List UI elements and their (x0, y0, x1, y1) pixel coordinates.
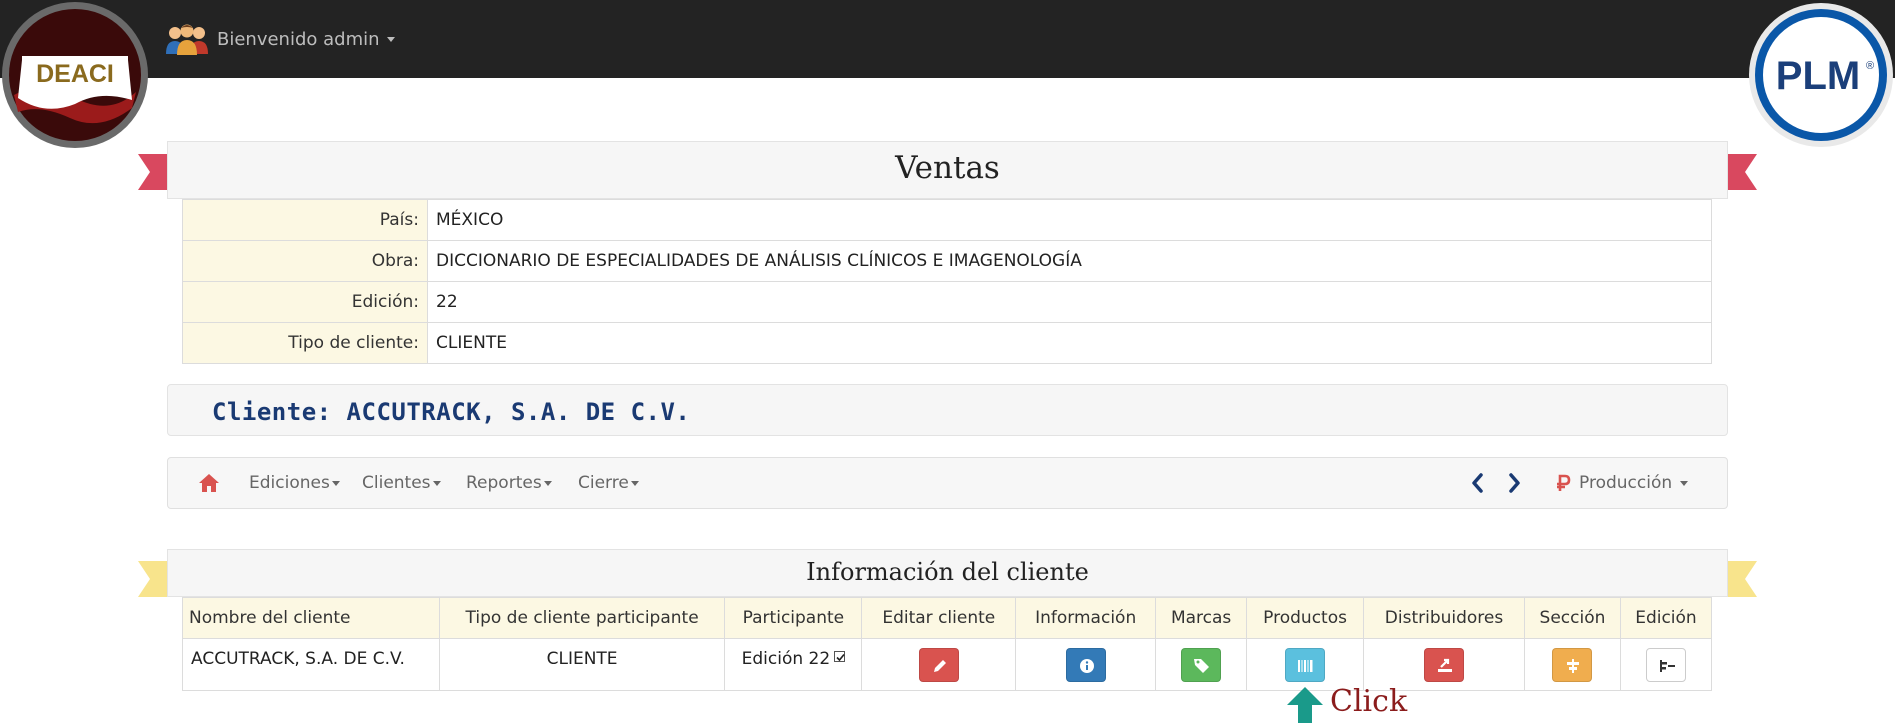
ribbon-left-red (138, 154, 168, 190)
column-header: Información (1015, 597, 1157, 639)
menu-reportes[interactable]: Reportes (466, 458, 552, 508)
info-label: País: (182, 199, 428, 241)
ribbon-left-yellow (138, 561, 168, 597)
column-header: Edición (1619, 597, 1713, 639)
info-row-work: Obra: DICCIONARIO DE ESPECIALIDADES DE A… (182, 240, 1712, 282)
caret-down-icon (543, 480, 552, 486)
brands-button[interactable] (1181, 647, 1222, 682)
info-value: MÉXICO (427, 199, 1712, 241)
column-header: Editar cliente (861, 597, 1017, 639)
welcome-label: Bienvenido admin (217, 28, 380, 50)
edit-client-cell (861, 638, 1017, 691)
check-icon (836, 653, 845, 662)
menu-cierre[interactable]: Cierre (578, 458, 639, 508)
menu-ediciones-label: Ediciones (249, 473, 330, 493)
menu-produccion[interactable]: Producción (1555, 458, 1689, 508)
distributors-button[interactable] (1424, 647, 1465, 682)
export-icon (1438, 658, 1453, 672)
edition-cell (1619, 638, 1713, 691)
barcode-icon (1298, 659, 1313, 672)
up-arrow-icon (1287, 687, 1323, 723)
deaci-logo: DEACI (2, 2, 148, 148)
tags-icon (1194, 658, 1210, 673)
info-row-edition: Edición: 22 (182, 281, 1712, 323)
table-header-row: Nombre del cliente Tipo de cliente parti… (182, 597, 1713, 639)
edition-button[interactable] (1645, 647, 1686, 682)
section-cell (1523, 638, 1621, 691)
ribbon-right-red (1727, 154, 1757, 190)
menu-ediciones[interactable]: Ediciones (249, 458, 340, 508)
brands-cell (1155, 638, 1248, 691)
info-row-country: País: MÉXICO (182, 199, 1712, 241)
column-header: Tipo de cliente participante (438, 597, 726, 639)
menu-clientes[interactable]: Clientes (362, 458, 441, 508)
participant-checkbox[interactable] (834, 651, 846, 662)
info-value: 22 (427, 281, 1712, 323)
section-title: Información del cliente (806, 558, 1089, 586)
deaci-logo-text: DEACI (36, 60, 114, 88)
plm-logo-text: PLM (1776, 54, 1860, 98)
click-annotation-label: Click (1330, 684, 1408, 719)
info-label: Obra: (182, 240, 428, 282)
info-label: Tipo de cliente: (182, 322, 428, 364)
column-header: Participante (724, 597, 863, 639)
page-title: Ventas (895, 150, 1000, 186)
home-icon[interactable] (198, 472, 220, 494)
client-name-cell: ACCUTRACK, S.A. DE C.V. (182, 638, 440, 691)
menu-clientes-label: Clientes (362, 473, 431, 493)
main-menubar: Ediciones Clientes Reportes Cierre Produ… (167, 457, 1728, 509)
information-button[interactable] (1065, 647, 1106, 682)
user-menu-dropdown[interactable]: Bienvenido admin (163, 22, 395, 56)
column-header: Distribuidores (1363, 597, 1525, 639)
plm-logo: PLM ® (1749, 3, 1893, 147)
info-cell (1015, 638, 1157, 691)
column-header: Sección (1523, 597, 1621, 639)
order-info-table: País: MÉXICO Obra: DICCIONARIO DE ESPECI… (182, 199, 1712, 364)
menu-reportes-label: Reportes (466, 473, 542, 493)
participant-cell: Edición 22 (724, 638, 863, 691)
products-button[interactable] (1285, 647, 1326, 682)
edit-client-button[interactable] (918, 647, 959, 682)
pencil-icon (933, 659, 946, 672)
info-row-client-type: Tipo de cliente: CLIENTE (182, 322, 1712, 364)
column-header: Nombre del cliente (182, 597, 440, 639)
products-cell (1246, 638, 1365, 691)
caret-down-icon (630, 480, 639, 486)
client-type-cell: CLIENTE (438, 638, 726, 691)
info-value: DICCIONARIO DE ESPECIALIDADES DE ANÁLISI… (427, 240, 1712, 282)
caret-down-icon (331, 480, 340, 486)
ribbon-right-yellow (1727, 561, 1757, 597)
chevron-right-icon[interactable] (1504, 472, 1524, 494)
client-heading: Cliente: ACCUTRACK, S.A. DE C.V. (212, 398, 691, 426)
column-header: Marcas (1155, 597, 1248, 639)
distributors-cell (1363, 638, 1525, 691)
client-table: Nombre del cliente Tipo de cliente parti… (182, 597, 1713, 691)
menu-produccion-label: Producción (1579, 473, 1673, 493)
users-icon (166, 24, 208, 55)
info-label: Edición: (182, 281, 428, 323)
caret-down-icon (432, 480, 441, 486)
plm-logo-mark: ® (1866, 60, 1874, 72)
menu-cierre-label: Cierre (578, 473, 629, 493)
info-icon (1079, 658, 1094, 673)
participant-label: Edición 22 (741, 649, 831, 669)
caret-down-icon (386, 36, 395, 42)
align-center-icon (1567, 658, 1580, 673)
chevron-left-icon[interactable] (1468, 472, 1488, 494)
caret-down-icon (1680, 480, 1689, 486)
edition-icon (1659, 659, 1675, 672)
section-button[interactable] (1552, 647, 1593, 682)
ruble-icon (1557, 474, 1571, 491)
column-header: Productos (1246, 597, 1365, 639)
info-value: CLIENTE (427, 322, 1712, 364)
table-row: ACCUTRACK, S.A. DE C.V. CLIENTE Edición … (182, 638, 1713, 691)
